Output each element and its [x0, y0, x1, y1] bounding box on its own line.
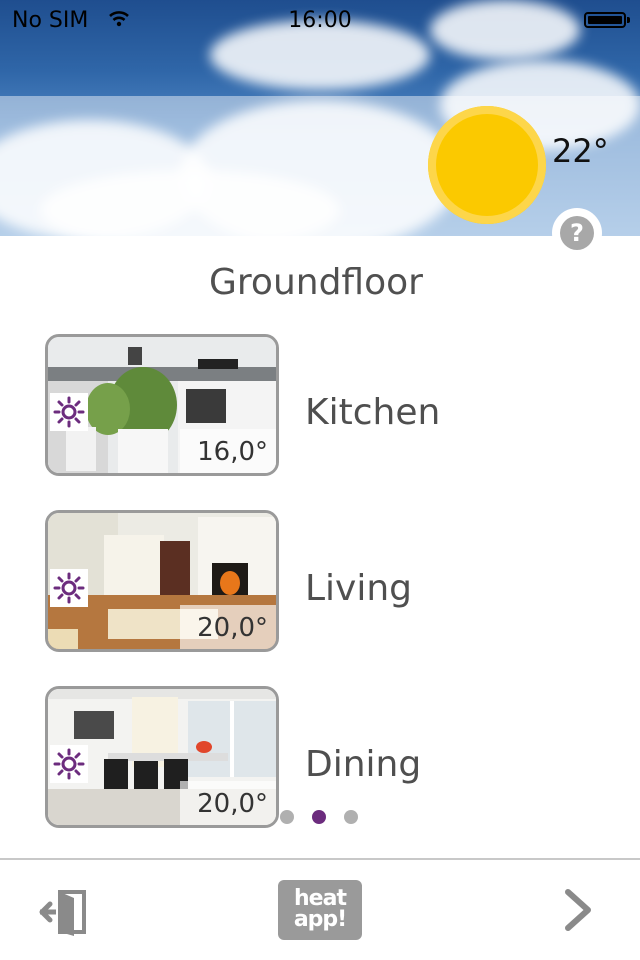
- help-icon: ?: [560, 216, 594, 250]
- status-bar: No SIM 16:00: [0, 0, 640, 40]
- logout-icon[interactable]: [38, 888, 90, 936]
- page-dot-3[interactable]: [344, 810, 358, 824]
- heatapp-logo: heat app!: [278, 880, 362, 940]
- sun-icon: [428, 106, 546, 224]
- chevron-right-icon[interactable]: [560, 888, 596, 932]
- room-photo-kitchen[interactable]: 16,0°: [45, 334, 279, 476]
- room-item-kitchen[interactable]: 16,0° Kitchen: [0, 334, 640, 476]
- page-dot-1[interactable]: [280, 810, 294, 824]
- room-name: Dining: [305, 744, 422, 785]
- room-temperature: 20,0°: [197, 613, 268, 643]
- page-dot-2[interactable]: [312, 810, 326, 824]
- bottom-toolbar: heat app!: [0, 860, 640, 960]
- room-temperature: 20,0°: [197, 789, 268, 819]
- room-item-living[interactable]: 20,0° Living: [0, 510, 640, 652]
- heating-mode-badge[interactable]: [50, 745, 88, 783]
- sun-mode-icon: [53, 572, 85, 604]
- help-button[interactable]: ?: [552, 208, 602, 258]
- sun-mode-icon: [53, 748, 85, 780]
- page-indicator[interactable]: [280, 810, 360, 826]
- room-photo-dining[interactable]: 20,0°: [45, 686, 279, 828]
- outdoor-temperature: 22°: [552, 132, 609, 170]
- room-photo-living[interactable]: 20,0°: [45, 510, 279, 652]
- room-item-dining[interactable]: 20,0° Dining: [0, 686, 640, 828]
- heating-mode-badge[interactable]: [50, 393, 88, 431]
- battery-icon: [584, 12, 630, 28]
- sun-mode-icon: [53, 396, 85, 428]
- room-name: Kitchen: [305, 392, 441, 433]
- room-temperature: 16,0°: [197, 437, 268, 467]
- status-time: 16:00: [288, 8, 352, 33]
- room-name: Living: [305, 568, 413, 609]
- heating-mode-badge[interactable]: [50, 569, 88, 607]
- floor-title: Groundfloor: [209, 262, 423, 303]
